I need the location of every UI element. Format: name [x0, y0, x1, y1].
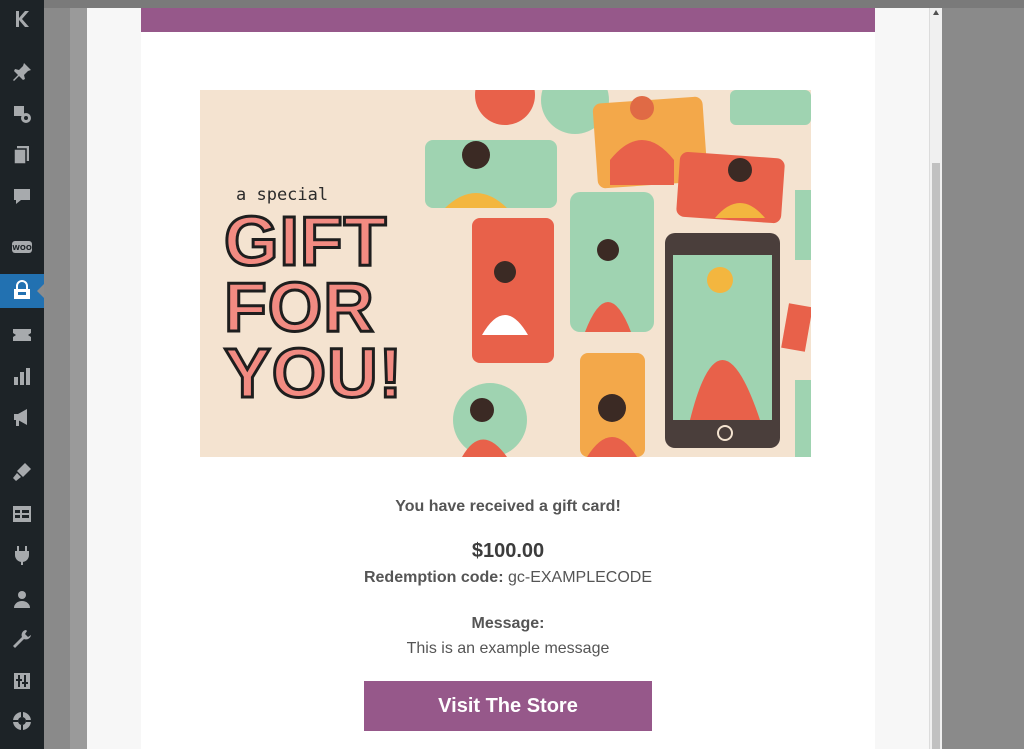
email-preview-modal: a special GIFT FOR YOU! You have receive… [87, 8, 942, 749]
redemption-code-label: Redemption code: [363, 569, 504, 586]
store-icon[interactable] [0, 274, 44, 308]
logo-k-icon[interactable] [0, 2, 44, 36]
woo-icon[interactable]: WOO [0, 230, 44, 264]
banner-people-illustration [425, 90, 811, 457]
media-icon[interactable] [0, 97, 44, 131]
gift-card-amount: $100.00 [471, 540, 545, 562]
pin-icon[interactable] [0, 55, 44, 89]
products-icon[interactable] [0, 318, 44, 352]
settings-icon[interactable] [0, 664, 44, 698]
gift-card-banner: a special GIFT FOR YOU! [200, 90, 811, 457]
analytics-icon[interactable] [0, 360, 44, 394]
help-icon[interactable] [0, 704, 44, 738]
admin-top-strip [44, 0, 1024, 8]
scrollbar-thumb[interactable] [932, 163, 940, 749]
plugins-icon[interactable] [0, 538, 44, 572]
email-body: a special GIFT FOR YOU! You have receive… [141, 8, 875, 749]
visit-store-button[interactable]: Visit The Store [364, 681, 652, 731]
tools-icon[interactable] [0, 622, 44, 656]
users-icon[interactable] [0, 582, 44, 616]
message-label: Message: [471, 615, 545, 632]
comments-icon[interactable] [0, 179, 44, 213]
templates-icon[interactable] [0, 497, 44, 531]
modal-scrollbar[interactable] [929, 8, 942, 749]
marketing-icon[interactable] [0, 400, 44, 434]
banner-headline-line-2: FOR [223, 268, 376, 346]
appearance-icon[interactable] [0, 455, 44, 489]
svg-text:WOO: WOO [12, 244, 32, 252]
redemption-code-line: Redemption code: gc-EXAMPLECODE [141, 569, 875, 587]
received-text: You have received a gift card! [395, 498, 621, 515]
banner-headline-line-1: GIFT [222, 202, 388, 280]
admin-sidebar: WOO [0, 0, 44, 749]
scroll-up-arrow-icon[interactable] [933, 10, 939, 15]
pages-icon[interactable] [0, 138, 44, 172]
banner-headline-line-3: YOU! [223, 334, 404, 412]
message-text: This is an example message [406, 640, 610, 657]
email-header-bar [141, 8, 875, 32]
redemption-code-value: gc-EXAMPLECODE [507, 569, 653, 586]
